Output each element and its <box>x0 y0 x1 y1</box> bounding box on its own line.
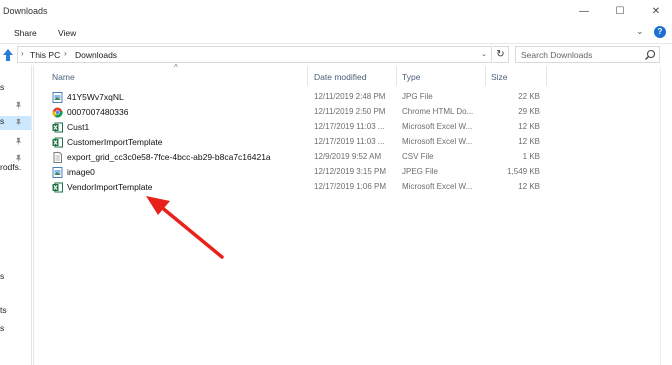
file-type: JPEG File <box>402 167 439 176</box>
navigation-pane: s s rodfs. s ts s <box>0 65 34 365</box>
file-size: 12 KB <box>518 122 540 131</box>
file-type: JPG File <box>402 92 433 101</box>
window-title: Downloads <box>3 6 48 16</box>
file-date: 12/17/2019 1:06 PM <box>314 182 387 191</box>
excel-file-icon <box>52 122 63 133</box>
maximize-button[interactable]: ☐ <box>606 3 634 19</box>
breadcrumb-separator: › <box>21 49 24 58</box>
column-header-date[interactable]: Date modified <box>308 65 396 87</box>
file-name: 0007007480336 <box>67 107 129 117</box>
file-row[interactable]: Cust1 12/17/2019 11:03 ... Microsoft Exc… <box>46 120 546 135</box>
search-box[interactable] <box>515 46 660 63</box>
file-date: 12/11/2019 2:50 PM <box>314 107 386 116</box>
pin-icon <box>15 137 22 146</box>
minimize-icon: — <box>579 5 589 17</box>
csv-file-icon <box>53 152 62 163</box>
file-name: CustomerImportTemplate <box>67 137 163 147</box>
file-row[interactable]: 0007007480336 12/11/2019 2:50 PM Chrome … <box>46 105 546 120</box>
up-arrow-icon[interactable] <box>1 47 15 63</box>
nav-item[interactable]: s <box>0 323 4 333</box>
tab-share[interactable]: Share <box>14 28 37 38</box>
file-name: image0 <box>67 167 95 177</box>
help-icon[interactable]: ? <box>654 26 666 38</box>
nav-item-label: s <box>0 116 5 126</box>
expand-ribbon-icon[interactable]: ⌄ <box>636 26 644 37</box>
nav-item[interactable]: s <box>0 271 4 281</box>
vertical-scrollbar[interactable] <box>660 66 672 365</box>
maximize-icon: ☐ <box>615 5 625 17</box>
file-row[interactable]: VendorImportTemplate 12/17/2019 1:06 PM … <box>46 180 546 195</box>
file-type: CSV File <box>402 152 434 161</box>
column-header-name[interactable]: Name <box>46 65 306 87</box>
image-file-icon <box>52 92 63 103</box>
nav-scrollbar[interactable] <box>31 65 32 365</box>
file-date: 12/17/2019 11:03 ... <box>314 137 385 146</box>
file-type: Chrome HTML Do... <box>402 107 474 116</box>
search-input[interactable] <box>516 47 641 62</box>
pin-icon <box>15 118 22 127</box>
image-file-icon <box>52 167 63 178</box>
file-size: 29 KB <box>518 107 540 116</box>
breadcrumb-this-pc[interactable]: This PC <box>30 50 60 60</box>
pin-icon <box>15 101 22 110</box>
file-date: 12/11/2019 2:48 PM <box>314 92 386 101</box>
file-type: Microsoft Excel W... <box>402 137 473 146</box>
file-row[interactable]: CustomerImportTemplate 12/17/2019 11:03 … <box>46 135 546 150</box>
file-date: 12/9/2019 9:52 AM <box>314 152 382 161</box>
file-name: Cust1 <box>67 122 90 132</box>
refresh-button[interactable]: ↻ <box>493 46 509 63</box>
file-size: 1,549 KB <box>507 167 540 176</box>
address-bar[interactable]: › This PC › Downloads ⌄ <box>17 46 492 63</box>
minimize-button[interactable]: — <box>570 3 598 19</box>
file-size: 12 KB <box>518 182 540 191</box>
file-name: export_grid_cc3c0e58-7fce-4bcc-ab29-b8ca… <box>67 152 271 162</box>
excel-file-icon <box>52 182 63 193</box>
tab-view[interactable]: View <box>58 28 76 38</box>
file-date: 12/17/2019 11:03 ... <box>314 122 385 131</box>
file-date: 12/12/2019 3:15 PM <box>314 167 387 176</box>
nav-item[interactable]: ts <box>0 305 7 315</box>
file-name: VendorImportTemplate <box>67 182 153 192</box>
file-size: 22 KB <box>518 92 540 101</box>
title-bar: Downloads — ☐ ✕ <box>0 0 672 22</box>
close-icon: ✕ <box>651 5 661 17</box>
file-row[interactable]: 41Y5Wv7xqNL 12/11/2019 2:48 PM JPG File … <box>46 90 546 105</box>
nav-item[interactable]: s <box>0 82 4 92</box>
address-dropdown-icon[interactable]: ⌄ <box>481 50 487 58</box>
file-type: Microsoft Excel W... <box>402 122 473 131</box>
breadcrumb-separator: › <box>64 49 67 58</box>
file-row[interactable]: image0 12/12/2019 3:15 PM JPEG File 1,54… <box>46 165 546 180</box>
refresh-icon: ↻ <box>496 49 505 60</box>
close-button[interactable]: ✕ <box>642 3 670 19</box>
excel-file-icon <box>52 137 63 148</box>
breadcrumb-downloads[interactable]: Downloads <box>75 50 117 60</box>
file-row[interactable]: export_grid_cc3c0e58-7fce-4bcc-ab29-b8ca… <box>46 150 546 165</box>
column-header-type[interactable]: Type <box>397 65 485 87</box>
ribbon: Share View ⌄ ? <box>0 22 672 42</box>
file-type: Microsoft Excel W... <box>402 182 473 191</box>
file-name: 41Y5Wv7xqNL <box>67 92 124 102</box>
column-header-size[interactable]: Size <box>486 65 546 87</box>
file-size: 12 KB <box>518 137 540 146</box>
nav-item[interactable]: rodfs. <box>0 162 21 172</box>
file-size: 1 KB <box>522 152 540 161</box>
address-row: › This PC › Downloads ⌄ ↻ <box>0 43 672 65</box>
search-icon <box>645 49 656 60</box>
column-divider[interactable] <box>546 66 547 86</box>
chrome-html-icon <box>52 107 63 118</box>
